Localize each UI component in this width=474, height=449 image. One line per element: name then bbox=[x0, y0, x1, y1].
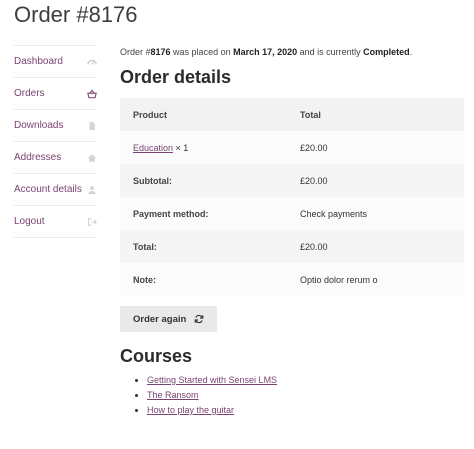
page-title: Order #8176 bbox=[14, 2, 138, 27]
nav-item-label: Dashboard bbox=[14, 56, 63, 67]
list-item: How to play the guitar bbox=[147, 405, 464, 416]
order-status: Completed bbox=[363, 47, 410, 57]
note-value: Optio dolor rerum o bbox=[300, 274, 378, 285]
note-label: Note: bbox=[133, 274, 156, 285]
courses-heading: Courses bbox=[120, 346, 193, 366]
user-icon bbox=[86, 184, 97, 195]
basket-icon bbox=[86, 88, 97, 99]
list-item: Getting Started with Sensei LMS bbox=[147, 375, 464, 386]
table-row: Total: £20.00 bbox=[120, 230, 464, 263]
home-icon bbox=[86, 152, 97, 163]
payment-method-value: Check payments bbox=[300, 208, 368, 219]
total-value: £20.00 bbox=[300, 241, 328, 252]
refresh-icon bbox=[194, 314, 204, 324]
column-header-product: Product bbox=[133, 109, 168, 120]
subtotal-value: £20.00 bbox=[300, 175, 328, 186]
nav-item-account-details[interactable]: Account details bbox=[14, 173, 97, 205]
dashboard-icon bbox=[86, 56, 97, 67]
nav-item-label: Addresses bbox=[14, 152, 62, 163]
course-link[interactable]: Getting Started with Sensei LMS bbox=[147, 375, 277, 385]
nav-item-label: Logout bbox=[14, 216, 45, 227]
line-total: £20.00 bbox=[300, 142, 328, 153]
subtotal-label: Subtotal: bbox=[133, 175, 172, 186]
nav-item-dashboard[interactable]: Dashboard bbox=[14, 45, 97, 77]
table-row: Education × 1 £20.00 bbox=[120, 131, 464, 164]
order-again-label: Order again bbox=[133, 313, 187, 325]
account-navigation: Dashboard Orders Downloads Addresses Acc… bbox=[14, 45, 97, 238]
order-again-button[interactable]: Order again bbox=[120, 306, 218, 332]
product-link[interactable]: Education bbox=[133, 143, 173, 153]
nav-item-downloads[interactable]: Downloads bbox=[14, 109, 97, 141]
table-row: Subtotal: £20.00 bbox=[120, 164, 464, 197]
table-row: Payment method: Check payments bbox=[120, 197, 464, 230]
order-content: Order #8176 was placed on March 17, 2020… bbox=[120, 44, 464, 420]
nav-item-label: Account details bbox=[14, 184, 82, 195]
order-summary: Order #8176 was placed on March 17, 2020… bbox=[120, 47, 464, 57]
table-header-row: Product Total bbox=[120, 98, 464, 131]
nav-item-label: Downloads bbox=[14, 120, 64, 131]
file-icon bbox=[86, 120, 97, 131]
course-link[interactable]: How to play the guitar bbox=[147, 405, 234, 415]
table-row: Note: Optio dolor rerum o bbox=[120, 263, 464, 296]
total-label: Total: bbox=[133, 241, 157, 252]
nav-item-logout[interactable]: Logout bbox=[14, 205, 97, 238]
payment-method-label: Payment method: bbox=[133, 208, 209, 219]
order-details-heading: Order details bbox=[120, 67, 232, 87]
summary-text: and is currently bbox=[297, 47, 364, 57]
order-date: March 17, 2020 bbox=[233, 47, 298, 57]
logout-icon bbox=[86, 216, 97, 227]
summary-text: was placed on bbox=[170, 47, 234, 57]
order-details-table: Product Total Education × 1 £20.00 Subto… bbox=[120, 98, 464, 296]
summary-prefix: Order # bbox=[120, 47, 151, 57]
nav-item-orders[interactable]: Orders bbox=[14, 77, 97, 109]
product-quantity: × 1 bbox=[173, 142, 189, 153]
nav-item-label: Orders bbox=[14, 88, 45, 99]
summary-suffix: . bbox=[409, 47, 413, 57]
order-number: 8176 bbox=[150, 47, 171, 57]
product-cell: Education × 1 bbox=[120, 131, 287, 164]
course-link[interactable]: The Ransom bbox=[147, 390, 199, 400]
list-item: The Ransom bbox=[147, 390, 464, 401]
column-header-total: Total bbox=[300, 109, 321, 120]
courses-list: Getting Started with Sensei LMS The Rans… bbox=[120, 375, 464, 416]
nav-item-addresses[interactable]: Addresses bbox=[14, 141, 97, 173]
